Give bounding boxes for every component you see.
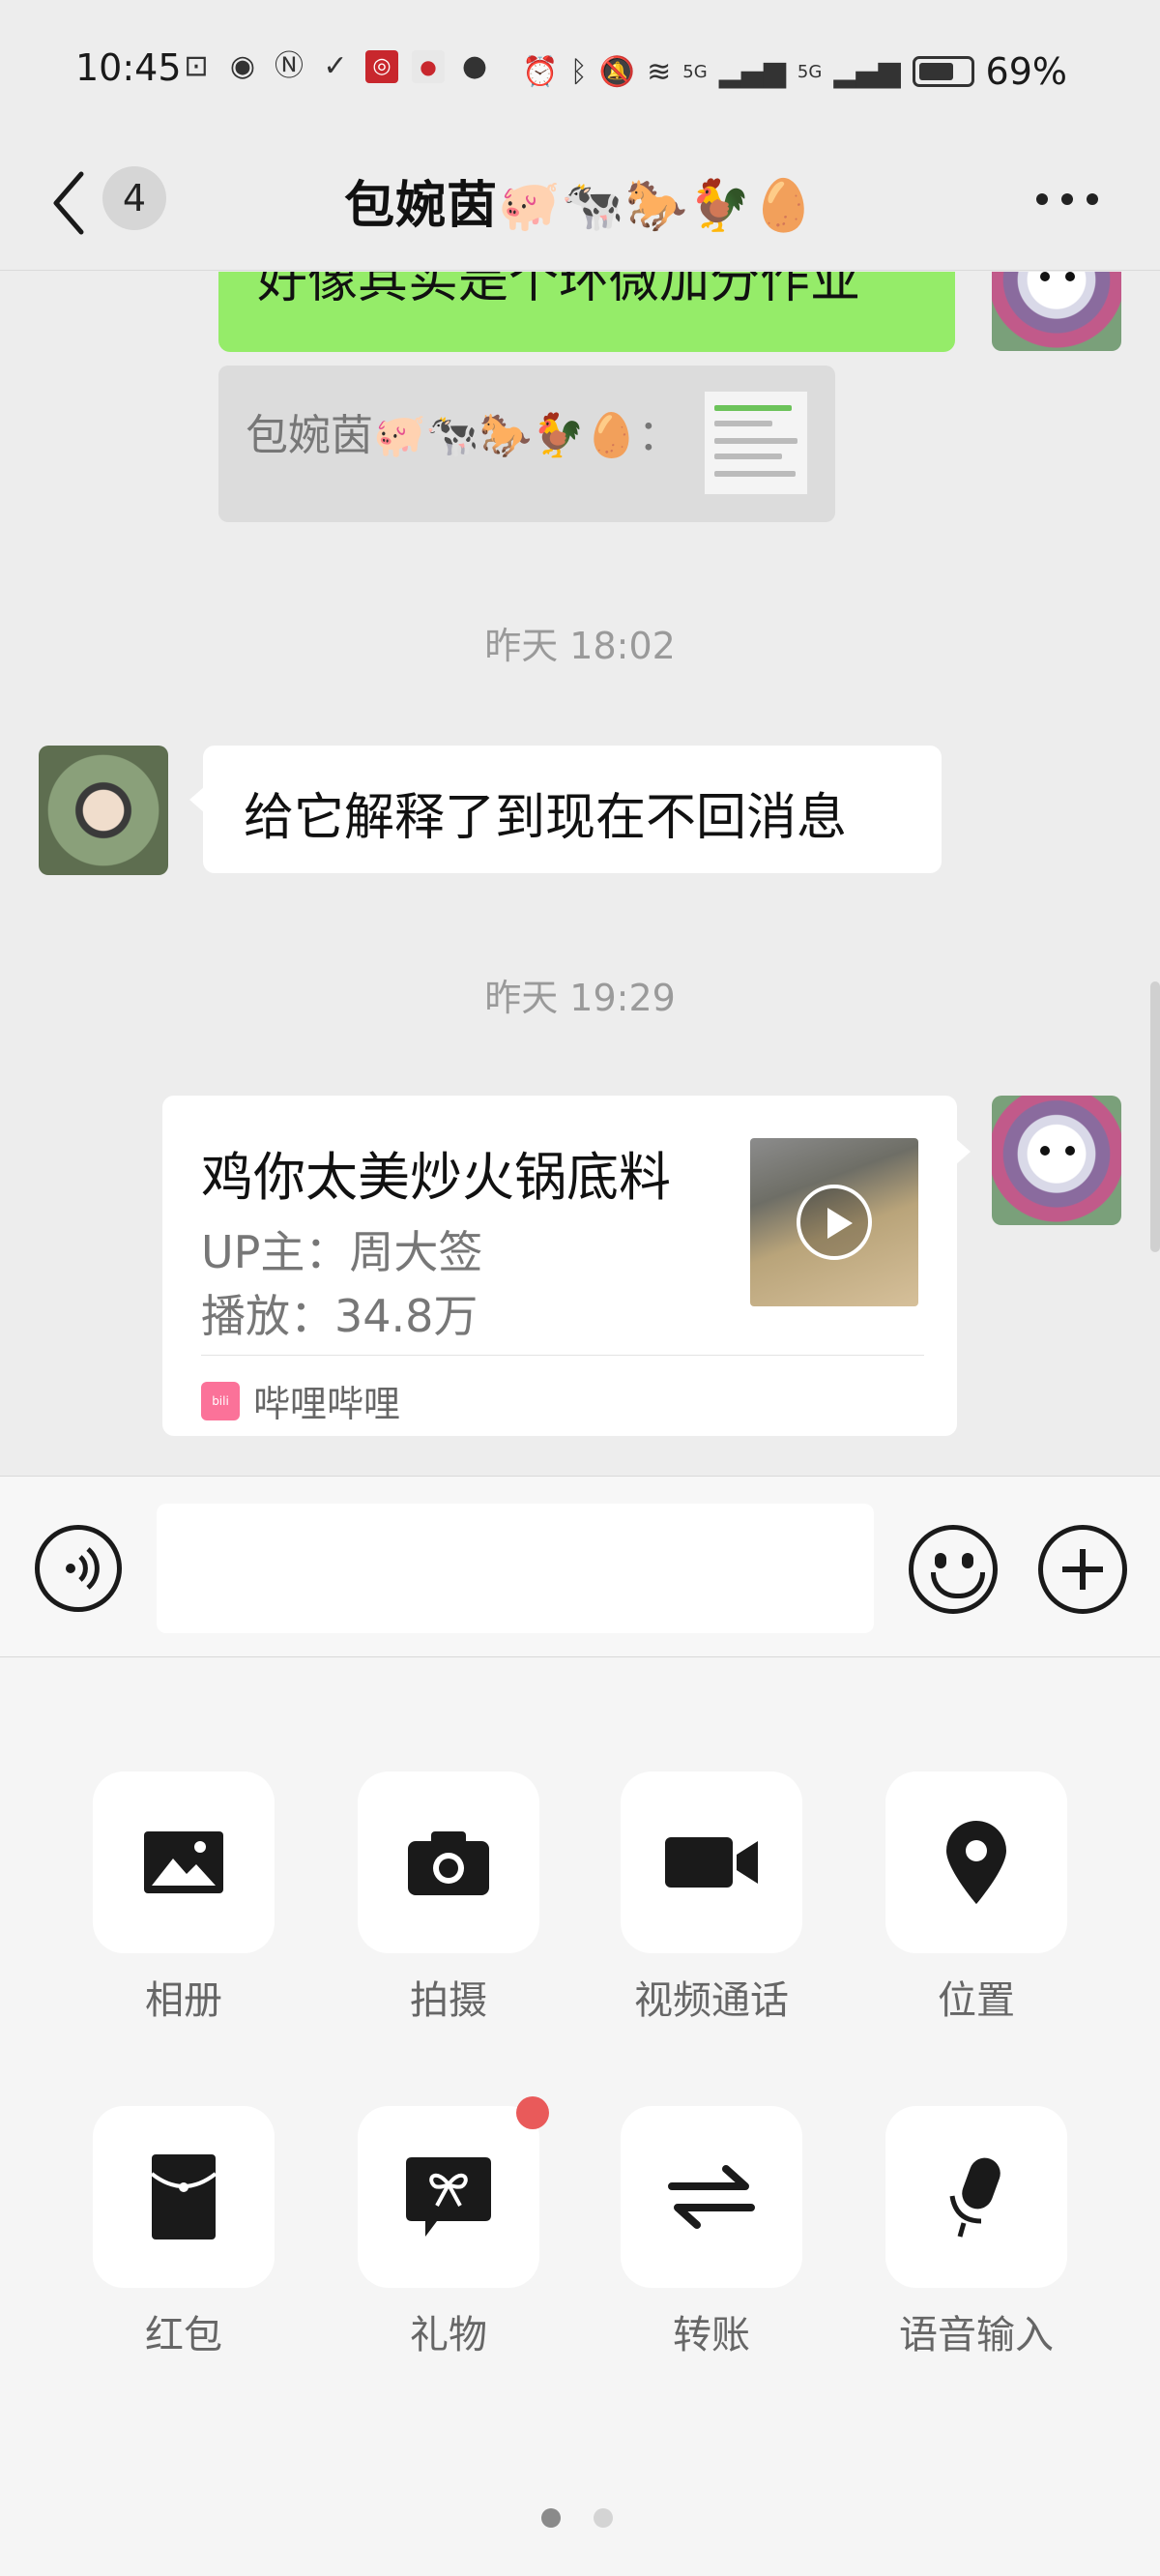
video-card-plays: 播放：34.8万 (201, 1290, 478, 1342)
bilibili-logo-icon: bili (201, 1382, 240, 1420)
gift-label: 礼物 (410, 2313, 487, 2357)
timestamp: 昨天 19:29 (484, 977, 676, 1019)
chat-bubble-icon: ● (461, 49, 488, 83)
contact-message-text: 给它解释了到现在不回消息 (244, 789, 848, 847)
self-message-bubble[interactable]: 好像其实是个环微加分作业 (218, 272, 955, 352)
location-pin-icon (946, 1821, 1006, 1904)
video-thumbnail[interactable] (750, 1138, 918, 1306)
function-panel: 相册 拍摄 视频通话 位置 红包 礼物 转账 语音输入 (0, 1657, 1160, 2576)
transfer-label: 转账 (673, 2313, 750, 2357)
page-dot-active[interactable] (541, 2508, 561, 2528)
video-card-title: 鸡你太美炒火锅底料 (201, 1147, 671, 1208)
contact-avatar[interactable] (39, 746, 168, 875)
contact-message-bubble[interactable]: 给它解释了到现在不回消息 (189, 746, 942, 873)
page-indicator (541, 2508, 613, 2528)
message-input[interactable] (157, 1504, 874, 1633)
gift-button[interactable]: 礼物 (358, 2096, 549, 2359)
location-button[interactable]: 位置 (885, 1771, 1067, 2025)
red-packet-icon (150, 2154, 218, 2239)
transfer-tile (621, 2106, 802, 2288)
app-icon: ● (412, 50, 445, 83)
video-call-button[interactable]: 视频通话 (621, 1771, 802, 2025)
voice-input-tile (885, 2106, 1067, 2288)
play-icon (797, 1185, 872, 1260)
input-bar (0, 1476, 1160, 1657)
quote-screenshot-thumbnail (704, 391, 808, 495)
status-icons-left: ⊡ ◉ Ⓝ ✓ ◎ ● ● (180, 50, 491, 83)
quote-text: 包婉茵🐖🐄🐎🐓🥚： (246, 411, 681, 460)
status-bar: 10:45 ⊡ ◉ Ⓝ ✓ ◎ ● ● ⏰ ᛒ 🔕 ≋ 5G ▂▄▆ 5G ▂▄… (0, 0, 1160, 135)
album-label: 相册 (145, 1978, 222, 2023)
album-button[interactable]: 相册 (93, 1771, 275, 2025)
camera-label: 拍摄 (410, 1978, 487, 2023)
bluetooth-icon: ᛒ (569, 54, 588, 89)
video-card-uploader: UP主：周大签 (201, 1226, 483, 1278)
camera-icon (408, 1831, 489, 1895)
cast-icon: ⊡ (184, 49, 209, 83)
album-tile (93, 1771, 275, 1953)
camera-button[interactable]: 拍摄 (358, 1771, 539, 2025)
timestamp: 昨天 18:02 (484, 625, 676, 667)
gift-tile (358, 2096, 549, 2288)
video-call-tile (621, 1771, 802, 1953)
video-share-card[interactable]: 鸡你太美炒火锅底料 UP主：周大签 播放：34.8万 bili 哔哩哔哩 (162, 1096, 971, 1436)
video-call-label: 视频通话 (634, 1978, 789, 2023)
card-divider (201, 1355, 924, 1356)
signal-bars-icon: ▂▄▆ (833, 54, 901, 89)
voice-mode-button[interactable] (35, 1525, 122, 1612)
voice-input-label: 语音输入 (899, 2313, 1054, 2357)
voice-wave-icon (66, 1547, 100, 1590)
emoji-button[interactable] (909, 1525, 998, 1614)
red-packet-tile (93, 2106, 275, 2288)
voice-input-button[interactable]: 语音输入 (885, 2106, 1067, 2359)
transfer-icon (668, 2165, 755, 2229)
page-dot[interactable] (594, 2508, 613, 2528)
more-functions-button[interactable] (1038, 1525, 1127, 1614)
battery-level: 69% (985, 50, 1067, 93)
bank-icon: ◎ (365, 50, 398, 83)
eye-icon: ◉ (229, 49, 256, 83)
battery-icon (912, 56, 974, 87)
status-icons-right: ⏰ ᛒ 🔕 ≋ 5G ▂▄▆ 5G ▂▄▆ 69% (522, 50, 1067, 93)
quoted-message[interactable]: 包婉茵🐖🐄🐎🐓🥚： (218, 366, 835, 522)
location-tile (885, 1771, 1067, 1953)
chat-title: 包婉茵🐖🐄🐎🐓🥚 (344, 177, 816, 235)
scrollbar[interactable] (1150, 981, 1160, 1252)
alarm-icon: ⏰ (522, 54, 559, 89)
gift-icon (406, 2157, 491, 2237)
self-avatar[interactable] (992, 1096, 1121, 1225)
self-avatar[interactable] (992, 272, 1121, 351)
red-packet-button[interactable]: 红包 (93, 2106, 275, 2359)
video-call-icon (665, 1837, 758, 1888)
video-card-source: 哔哩哔哩 (253, 1383, 401, 1425)
self-message-text: 好像其实是个环微加分作业 (257, 272, 861, 309)
battery-fill (918, 63, 953, 80)
signal-icon: 5G (797, 61, 823, 82)
camera-tile (358, 1771, 539, 1953)
transfer-button[interactable]: 转账 (621, 2106, 802, 2359)
signal-icon: 5G (682, 61, 708, 82)
wifi-icon: ≋ (647, 54, 672, 89)
signal-bars-icon: ▂▄▆ (718, 54, 786, 89)
location-label: 位置 (938, 1978, 1015, 2023)
photo-album-icon (144, 1831, 223, 1893)
status-time: 10:45 (75, 46, 182, 89)
new-badge-dot (516, 2096, 549, 2129)
microphone-icon (949, 2157, 1000, 2238)
pay-icon: ✓ (323, 49, 348, 83)
mute-icon: 🔕 (598, 54, 636, 89)
message-list[interactable]: 好像其实是个环微加分作业 包婉茵🐖🐄🐎🐓🥚： 昨天 18:02 给它解释了到现在… (0, 272, 1160, 1476)
red-packet-label: 红包 (145, 2313, 222, 2357)
nfc-icon: Ⓝ (275, 49, 304, 83)
